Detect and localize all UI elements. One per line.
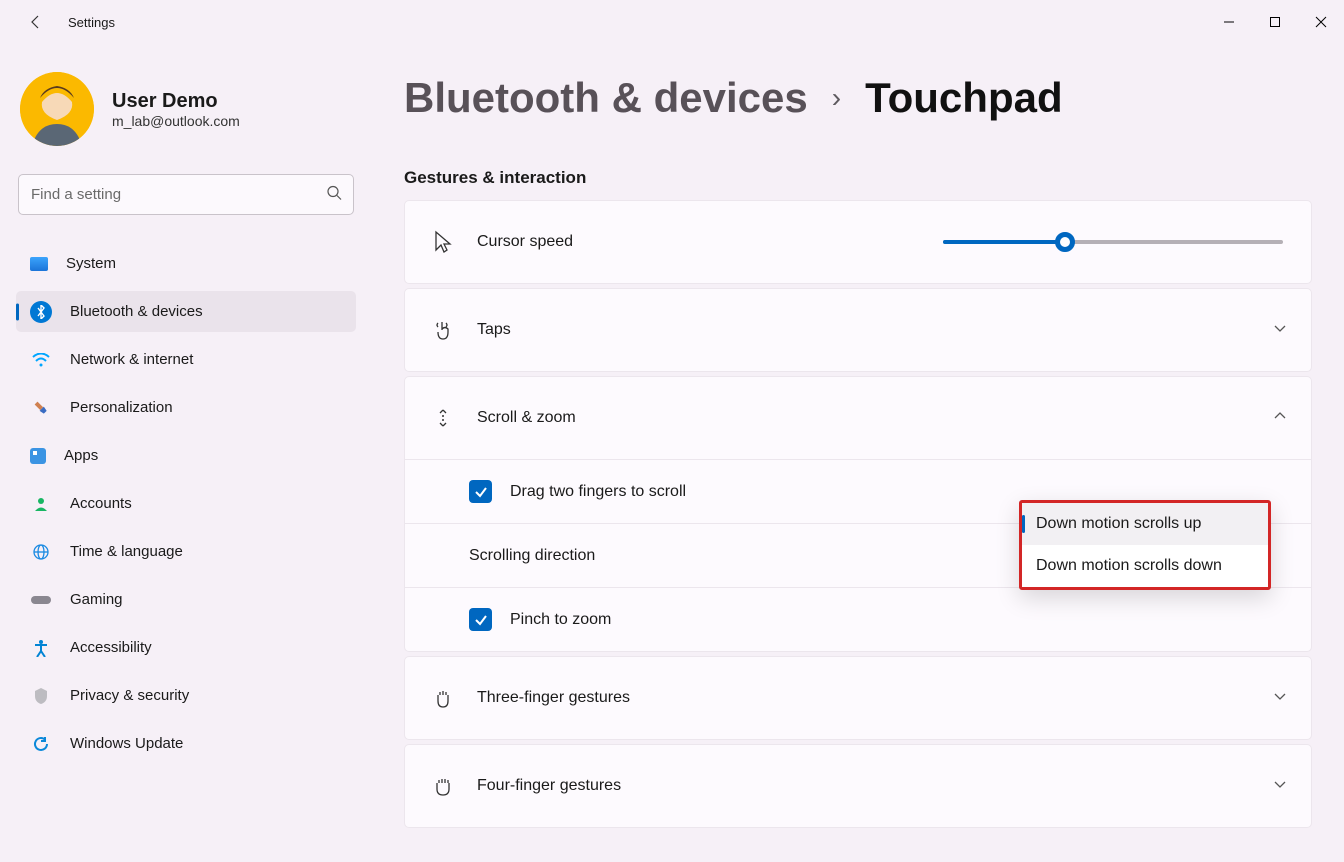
section-title: Gestures & interaction	[404, 168, 1312, 188]
nav-system[interactable]: System	[16, 243, 356, 284]
option-scrolls-down[interactable]: Down motion scrolls down	[1022, 545, 1268, 587]
search-input[interactable]	[18, 174, 354, 215]
cursor-speed-label: Cursor speed	[477, 233, 943, 251]
bluetooth-icon	[30, 301, 52, 323]
gamepad-icon	[30, 589, 52, 611]
cursor-speed-card: Cursor speed	[404, 200, 1312, 284]
avatar	[20, 72, 94, 146]
nav-personalization[interactable]: Personalization	[16, 387, 356, 428]
three-finger-card[interactable]: Three-finger gestures	[404, 656, 1312, 740]
person-icon	[30, 493, 52, 515]
nav-list: System Bluetooth & devices Network & int…	[16, 243, 356, 764]
cursor-icon	[429, 230, 457, 254]
nav-bluetooth-devices[interactable]: Bluetooth & devices	[16, 291, 356, 332]
page-title: Touchpad	[865, 74, 1063, 122]
nav-network[interactable]: Network & internet	[16, 339, 356, 380]
user-email: m_lab@outlook.com	[112, 113, 240, 129]
scrolling-direction-dropdown: Down motion scrolls up Down motion scrol…	[1019, 500, 1271, 590]
window-title: Settings	[68, 15, 115, 30]
accessibility-icon	[30, 637, 52, 659]
tap-icon	[429, 319, 457, 341]
close-button[interactable]	[1298, 0, 1344, 44]
user-name: User Demo	[112, 90, 240, 113]
three-finger-label: Three-finger gestures	[477, 689, 1273, 707]
scroll-zoom-label: Scroll & zoom	[477, 409, 1273, 427]
chevron-down-icon	[1273, 321, 1287, 340]
scrolling-direction-row[interactable]: Scrolling direction Down motion scrolls …	[405, 523, 1311, 587]
four-finger-icon	[429, 775, 457, 797]
nav-privacy[interactable]: Privacy & security	[16, 675, 356, 716]
taps-card[interactable]: Taps	[404, 288, 1312, 372]
breadcrumb: Bluetooth & devices › Touchpad	[404, 74, 1312, 122]
maximize-button[interactable]	[1252, 0, 1298, 44]
scroll-zoom-header[interactable]: Scroll & zoom	[405, 377, 1311, 459]
drag-two-fingers-checkbox[interactable]	[469, 480, 492, 503]
nav-gaming[interactable]: Gaming	[16, 579, 356, 620]
nav-windows-update[interactable]: Windows Update	[16, 723, 356, 764]
nav-accessibility[interactable]: Accessibility	[16, 627, 356, 668]
sidebar: User Demo m_lab@outlook.com System Bluet…	[0, 44, 372, 862]
four-finger-card[interactable]: Four-finger gestures	[404, 744, 1312, 828]
back-button[interactable]	[24, 10, 48, 34]
cursor-speed-slider[interactable]	[943, 240, 1283, 244]
chevron-down-icon	[1273, 689, 1287, 708]
breadcrumb-parent[interactable]: Bluetooth & devices	[404, 74, 808, 122]
option-scrolls-up[interactable]: Down motion scrolls up	[1022, 503, 1268, 545]
minimize-button[interactable]	[1206, 0, 1252, 44]
globe-icon	[30, 541, 52, 563]
taps-label: Taps	[477, 321, 1273, 339]
three-finger-icon	[429, 687, 457, 709]
nav-apps[interactable]: Apps	[16, 435, 356, 476]
chevron-up-icon	[1273, 409, 1287, 428]
monitor-icon	[30, 257, 48, 271]
update-icon	[30, 733, 52, 755]
user-profile[interactable]: User Demo m_lab@outlook.com	[20, 72, 352, 146]
nav-time-language[interactable]: Time & language	[16, 531, 356, 572]
scroll-zoom-card: Scroll & zoom Drag two fingers to scroll…	[404, 376, 1312, 652]
apps-icon	[30, 448, 46, 464]
search-icon	[326, 184, 342, 205]
chevron-down-icon	[1273, 777, 1287, 796]
paintbrush-icon	[25, 392, 56, 423]
nav-accounts[interactable]: Accounts	[16, 483, 356, 524]
scroll-icon	[429, 406, 457, 430]
four-finger-label: Four-finger gestures	[477, 777, 1273, 795]
shield-icon	[30, 685, 52, 707]
chevron-right-icon: ›	[832, 82, 841, 114]
pinch-to-zoom-row[interactable]: Pinch to zoom	[405, 587, 1311, 651]
wifi-icon	[30, 349, 52, 371]
titlebar: Settings	[0, 0, 1344, 44]
pinch-to-zoom-checkbox[interactable]	[469, 608, 492, 631]
main-content: Bluetooth & devices › Touchpad Gestures …	[372, 44, 1344, 862]
